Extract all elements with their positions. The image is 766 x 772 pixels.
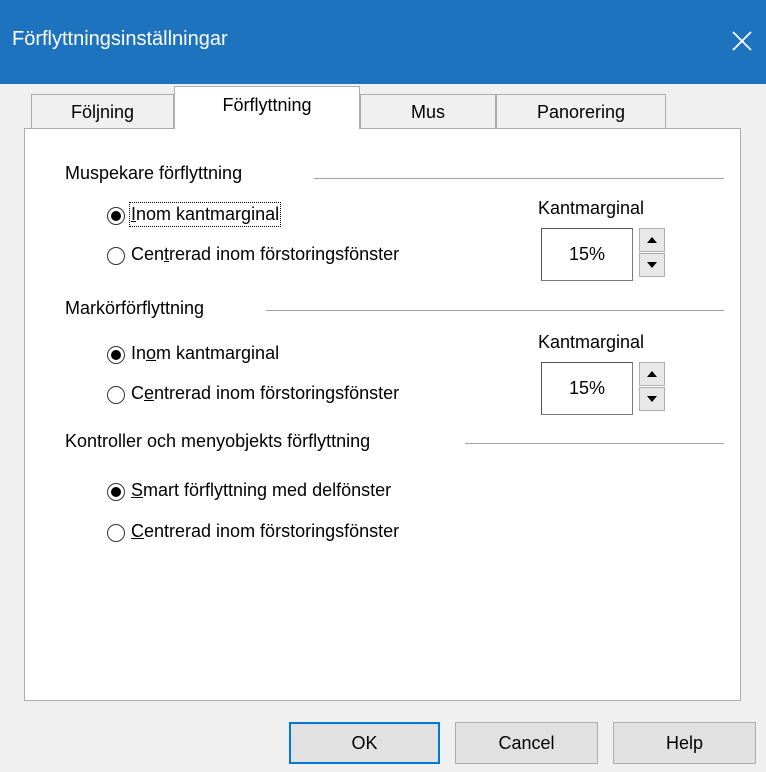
controls-centered-label[interactable]: Centrerad inom förstoringsfönster <box>131 521 399 542</box>
cursor-margin-up-button[interactable] <box>639 362 665 386</box>
cursor-margin-label: Kantmarginal <box>538 332 645 352</box>
group-divider <box>465 443 724 444</box>
cursor-group-label: Markörförflyttning <box>65 298 205 319</box>
controls-centered-radio[interactable] <box>107 524 125 542</box>
mouse-within-margin-label[interactable]: Inom kantmarginal <box>128 202 282 227</box>
close-button[interactable] <box>718 17 766 65</box>
group-divider <box>314 178 724 179</box>
help-button[interactable]: Help <box>613 722 756 764</box>
mouse-centered-radio[interactable] <box>107 247 125 265</box>
mouse-within-margin-radio[interactable] <box>107 207 125 225</box>
tab-foljning[interactable]: Följning <box>31 94 174 128</box>
arrow-down-icon <box>647 396 657 402</box>
window-title: Förflyttningsinställningar <box>12 28 228 50</box>
arrow-down-icon <box>647 262 657 268</box>
cursor-centered-label[interactable]: Centrerad inom förstoringsfönster <box>131 383 399 404</box>
cursor-margin-input[interactable]: 15% <box>541 362 633 415</box>
cursor-within-margin-label[interactable]: Inom kantmarginal <box>131 343 279 364</box>
controls-group-label: Kontroller och menyobjekts förflyttning <box>65 431 371 452</box>
mouse-centered-label[interactable]: Centrerad inom förstoringsfönster <box>131 244 399 265</box>
mouse-margin-up-button[interactable] <box>639 228 665 252</box>
mouse-margin-down-button[interactable] <box>639 253 665 277</box>
arrow-up-icon <box>647 371 657 377</box>
controls-smart-radio[interactable] <box>107 483 125 501</box>
cancel-button[interactable]: Cancel <box>455 722 598 764</box>
mouse-margin-input[interactable]: 15% <box>541 228 633 281</box>
title-bar: Förflyttningsinställningar <box>0 0 766 84</box>
cursor-margin-down-button[interactable] <box>639 387 665 411</box>
ok-button[interactable]: OK <box>289 722 440 764</box>
mouse-margin-label: Kantmarginal <box>538 198 645 218</box>
group-divider <box>266 310 724 311</box>
controls-smart-label[interactable]: Smart förflyttning med delfönster <box>131 480 391 501</box>
close-icon <box>732 31 752 51</box>
mouse-pointer-group-label: Muspekare förflyttning <box>65 163 243 184</box>
cursor-centered-radio[interactable] <box>107 386 125 404</box>
tab-mus[interactable]: Mus <box>360 94 496 128</box>
arrow-up-icon <box>647 237 657 243</box>
tab-panorering[interactable]: Panorering <box>496 94 666 128</box>
cursor-within-margin-radio[interactable] <box>107 346 125 364</box>
tab-forflyttning[interactable]: Förflyttning <box>174 86 360 129</box>
